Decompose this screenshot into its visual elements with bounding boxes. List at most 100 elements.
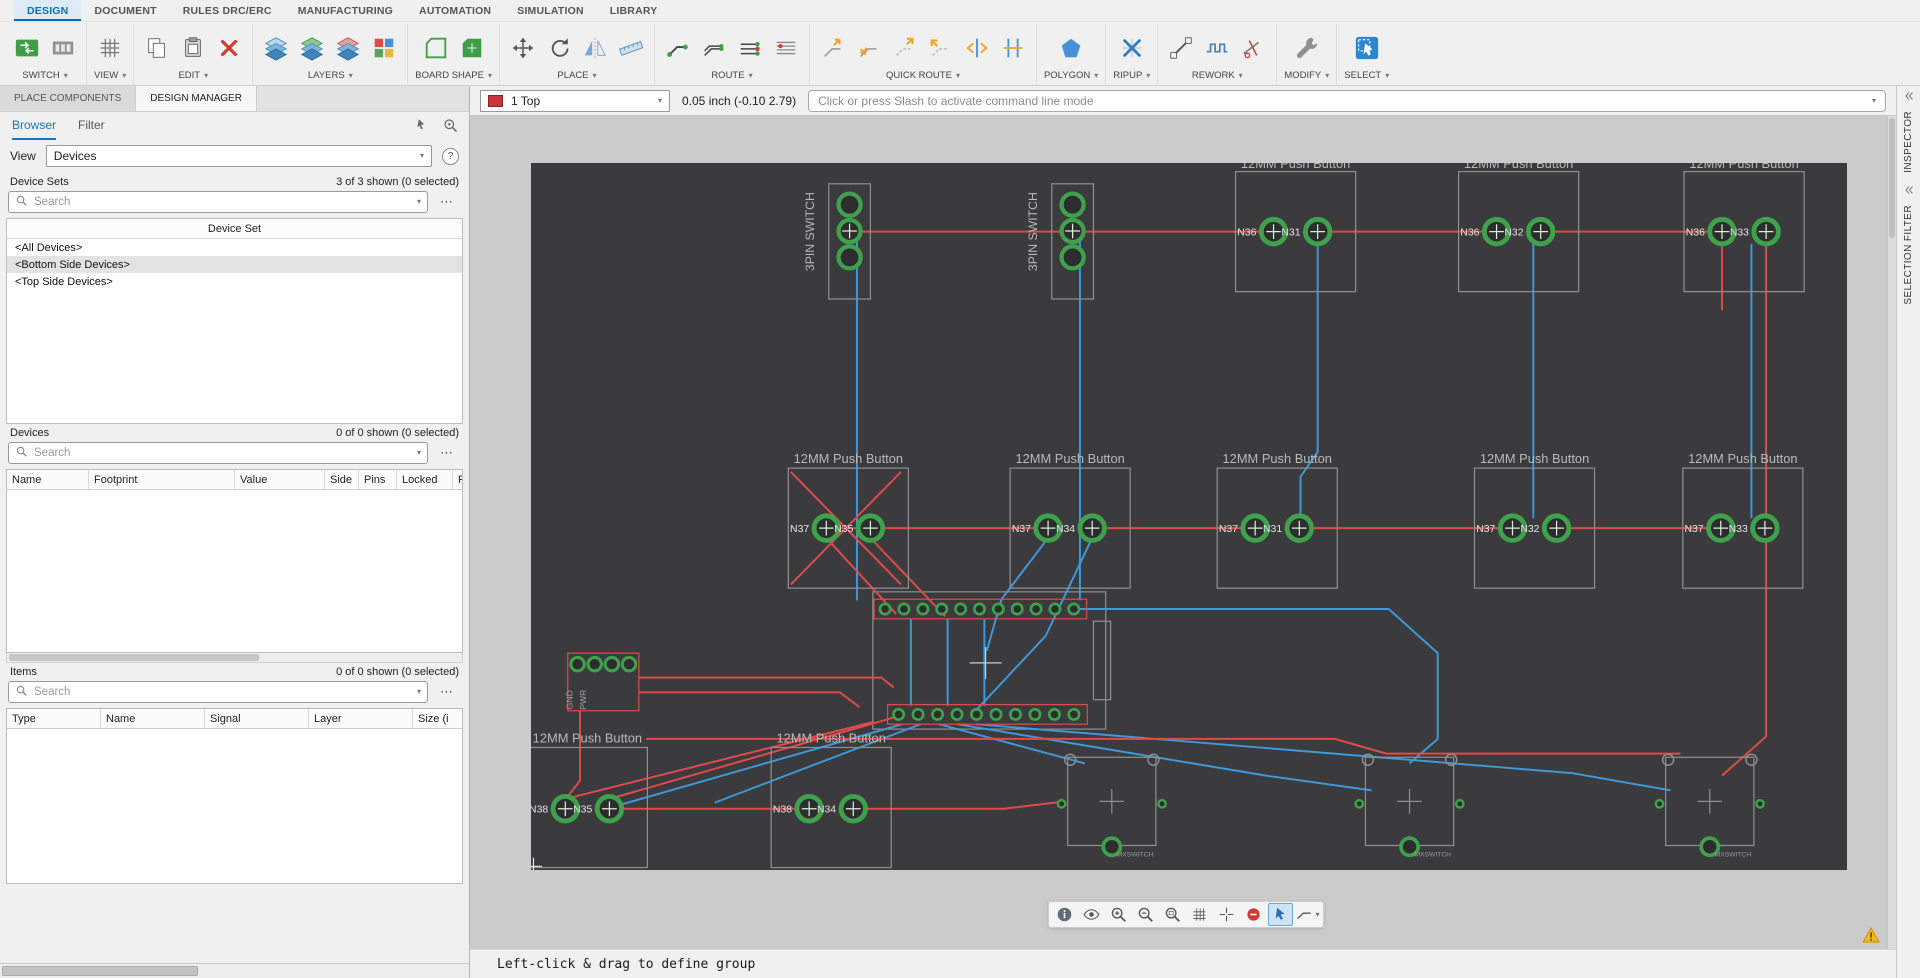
route-style-button[interactable]: ▾ <box>1295 903 1320 926</box>
panel-horizontal-scrollbar[interactable] <box>0 963 469 978</box>
subtab-browser[interactable]: Browser <box>12 112 57 140</box>
collapse-panel-button[interactable] <box>1902 89 1916 106</box>
rework-dropdown-label[interactable]: REWORK ▾ <box>1192 70 1243 82</box>
board-outline-button[interactable] <box>420 31 452 65</box>
column-header-footprint[interactable]: Footprint <box>89 470 235 489</box>
menu-item-library[interactable]: LIBRARY <box>597 0 671 21</box>
device-sets-more-button[interactable]: ⋯ <box>433 192 461 212</box>
warning-badge[interactable] <box>1862 926 1880 943</box>
items-search-input[interactable]: Search ▾ <box>8 681 428 703</box>
column-header-pins[interactable]: Pins <box>359 470 397 489</box>
unroute-button[interactable] <box>889 31 921 65</box>
menu-item-simulation[interactable]: SIMULATION <box>504 0 597 21</box>
layer-stack2-button[interactable] <box>296 31 328 65</box>
subtab-filter[interactable]: Filter <box>78 112 105 140</box>
info-button[interactable] <box>1052 903 1077 926</box>
rail-tab-inspector[interactable]: INSPECTOR <box>1902 89 1916 173</box>
canvas-vertical-scrollbar[interactable] <box>1887 116 1896 949</box>
menu-item-design[interactable]: DESIGN <box>14 0 82 21</box>
board-fill-button[interactable] <box>456 31 488 65</box>
items-more-button[interactable]: ⋯ <box>433 682 461 702</box>
column-header-signal[interactable]: Signal <box>205 709 309 728</box>
remove-button[interactable] <box>1241 903 1266 926</box>
devices-more-button[interactable]: ⋯ <box>433 443 461 463</box>
grid-button[interactable] <box>1187 903 1212 926</box>
device-set-row[interactable]: <Top Side Devices> <box>7 273 462 290</box>
column-header-value[interactable]: Value <box>235 470 325 489</box>
zoom-in-button[interactable] <box>1106 903 1131 926</box>
quick-route-corner-button[interactable] <box>853 31 885 65</box>
route-multi-button[interactable] <box>734 31 766 65</box>
move-button[interactable] <box>507 31 539 65</box>
device-set-column-header[interactable]: Device Set <box>7 219 462 239</box>
rotate-button[interactable] <box>543 31 575 65</box>
delete-button[interactable] <box>213 31 245 65</box>
rework-cut-button[interactable] <box>1237 31 1269 65</box>
rail-tab-selection-filter[interactable]: SELECTION FILTER <box>1902 183 1916 304</box>
crosshair-button[interactable] <box>1214 903 1239 926</box>
devices-search-input[interactable]: Search ▾ <box>8 442 428 464</box>
unroute-corner-button[interactable] <box>925 31 957 65</box>
view-select[interactable]: Devices ▾ <box>45 145 432 167</box>
switch-dropdown-label[interactable]: SWITCH ▾ <box>22 70 67 82</box>
ripup-dropdown-label[interactable]: RIPUP ▾ <box>1113 70 1150 82</box>
column-header-side[interactable]: Side <box>325 470 359 489</box>
route-button[interactable] <box>662 31 694 65</box>
route-bus-button[interactable] <box>770 31 802 65</box>
copy-button[interactable] <box>141 31 173 65</box>
route-diff-button[interactable] <box>698 31 730 65</box>
menu-item-manufacturing[interactable]: MANUFACTURING <box>285 0 406 21</box>
view-dropdown-label[interactable]: VIEW ▾ <box>94 70 126 82</box>
fanout-all-button[interactable] <box>997 31 1029 65</box>
polygon-button[interactable] <box>1055 31 1087 65</box>
edit-dropdown-label[interactable]: EDIT ▾ <box>178 70 208 82</box>
layer-stack3-button[interactable] <box>332 31 364 65</box>
pcb-canvas[interactable]: GND PWR 3PIN SWITCH 3PIN SWITCH 12MM Push Bu… <box>531 163 1847 870</box>
column-header-p[interactable]: P <box>453 470 462 489</box>
zoom-fit-button[interactable] <box>1160 903 1185 926</box>
device-sets-search-input[interactable]: Search ▾ <box>8 191 428 213</box>
select-cursor-button[interactable] <box>1268 903 1293 926</box>
modify-dropdown-label[interactable]: MODIFY ▾ <box>1284 70 1329 82</box>
ruler-button[interactable] <box>615 31 647 65</box>
menu-item-automation[interactable]: AUTOMATION <box>406 0 504 21</box>
rework-meander-button[interactable] <box>1201 31 1233 65</box>
place-dropdown-label[interactable]: PLACE ▾ <box>557 70 596 82</box>
wrench-button[interactable] <box>1291 31 1323 65</box>
fanout-button[interactable] <box>961 31 993 65</box>
route-dropdown-label[interactable]: ROUTE ▾ <box>711 70 752 82</box>
quick-route-button[interactable] <box>817 31 849 65</box>
grid-view-button[interactable] <box>94 31 126 65</box>
pcb-board-area[interactable]: GND PWR 3PIN SWITCH 3PIN SWITCH 12MM Push Bu… <box>531 163 1847 870</box>
board-shape-dropdown-label[interactable]: BOARD SHAPE ▾ <box>415 70 492 82</box>
column-header-name[interactable]: Name <box>101 709 205 728</box>
rework-line-button[interactable] <box>1165 31 1197 65</box>
column-header-locked[interactable]: Locked <box>397 470 453 489</box>
paste-button[interactable] <box>177 31 209 65</box>
eye-button[interactable] <box>1079 903 1104 926</box>
quick-route-dropdown-label[interactable]: QUICK ROUTE ▾ <box>886 70 960 82</box>
layer-select[interactable]: 1 Top ▾ <box>480 89 670 112</box>
devices-horizontal-scrollbar[interactable] <box>6 653 463 663</box>
device-set-row[interactable]: <Bottom Side Devices> <box>7 256 462 273</box>
ripup-button[interactable] <box>1116 31 1148 65</box>
panel-tab-place-components[interactable]: PLACE COMPONENTS <box>0 86 137 111</box>
menu-item-rules-drc-erc[interactable]: RULES DRC/ERC <box>170 0 285 21</box>
column-header-type[interactable]: Type <box>7 709 101 728</box>
help-button[interactable]: ? <box>442 147 459 165</box>
board-switch-button[interactable] <box>11 31 43 65</box>
layer-stack-button[interactable] <box>260 31 292 65</box>
polygon-dropdown-label[interactable]: POLYGON ▾ <box>1044 70 1098 82</box>
column-header-layer[interactable]: Layer <box>309 709 413 728</box>
column-header-name[interactable]: Name <box>7 470 89 489</box>
panel-tab-design-manager[interactable]: DESIGN MANAGER <box>136 86 257 111</box>
mirror-button[interactable] <box>579 31 611 65</box>
menu-item-document[interactable]: DOCUMENT <box>81 0 169 21</box>
pcb-viewport[interactable]: GND PWR 3PIN SWITCH 3PIN SWITCH 12MM Push Bu… <box>470 116 1896 949</box>
select-dropdown-label[interactable]: SELECT ▾ <box>1344 70 1389 82</box>
collapse-panel-button[interactable] <box>1902 183 1916 200</box>
layer-colors-button[interactable] <box>368 31 400 65</box>
layers-dropdown-label[interactable]: LAYERS ▾ <box>308 70 353 82</box>
device-set-row[interactable]: <All Devices> <box>7 239 462 256</box>
zoom-out-button[interactable] <box>1133 903 1158 926</box>
